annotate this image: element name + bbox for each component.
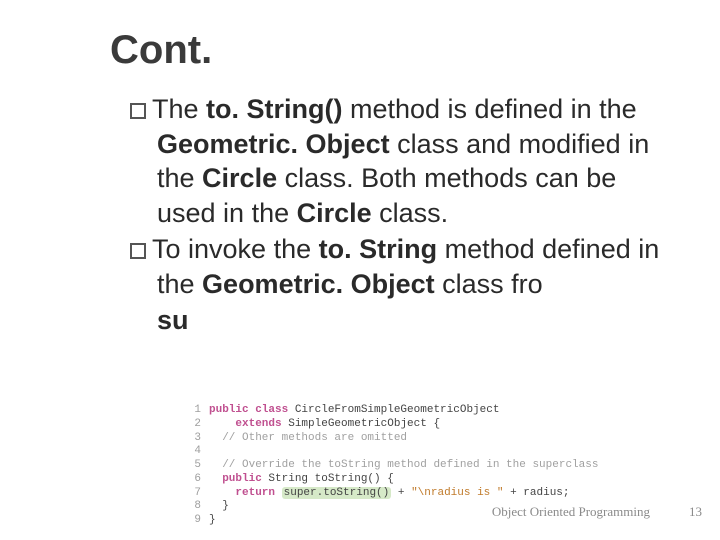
page-number: 13 <box>689 504 702 520</box>
bullet-2-cut: su <box>130 303 670 338</box>
bullet-1-bold-3: Circle <box>202 163 277 193</box>
footer-label: Object Oriented Programming <box>492 504 650 520</box>
code-line-1: 1public class CircleFromSimpleGeometricO… <box>187 404 597 418</box>
code-line-6: 6 public String toString() { <box>187 473 597 487</box>
code-line-2: 2 extends SimpleGeometricObject { <box>187 418 597 432</box>
checkbox-icon <box>130 243 146 259</box>
bullet-2-text-a: To invoke the <box>152 234 319 264</box>
code-line-7: 7 return super.toString() + "\nradius is… <box>187 487 597 501</box>
bullet-1-text-b: method is defined in the <box>343 94 637 124</box>
slide-title: Cont. <box>110 28 212 73</box>
bullet-1: The to. String() method is defined in th… <box>130 92 670 230</box>
bullet-2-bold-2: Geometric. Object <box>202 269 435 299</box>
bullet-2: To invoke the to. String method defined … <box>130 232 670 301</box>
bullet-1-bold-2: Geometric. Object <box>157 129 390 159</box>
bullet-1-bold-1: to. String() <box>206 94 342 124</box>
slide: Cont. The to. String() method is defined… <box>0 0 720 540</box>
bullet-2-cut-text: su <box>157 305 189 335</box>
code-line-5: 5 // Override the toString method define… <box>187 459 597 473</box>
bullet-1-text-e: class. <box>372 198 449 228</box>
bullet-1-bold-4: Circle <box>297 198 372 228</box>
checkbox-icon <box>130 103 146 119</box>
code-snippet: 1public class CircleFromSimpleGeometricO… <box>187 404 597 514</box>
bullet-1-text-a: The <box>152 94 206 124</box>
code-line-3: 3 // Other methods are omitted <box>187 432 597 446</box>
code-line-4: 4 <box>187 445 597 459</box>
slide-body: The to. String() method is defined in th… <box>130 92 670 340</box>
bullet-2-bold-1: to. String <box>319 234 437 264</box>
bullet-2-text-c: class fro <box>435 269 543 299</box>
